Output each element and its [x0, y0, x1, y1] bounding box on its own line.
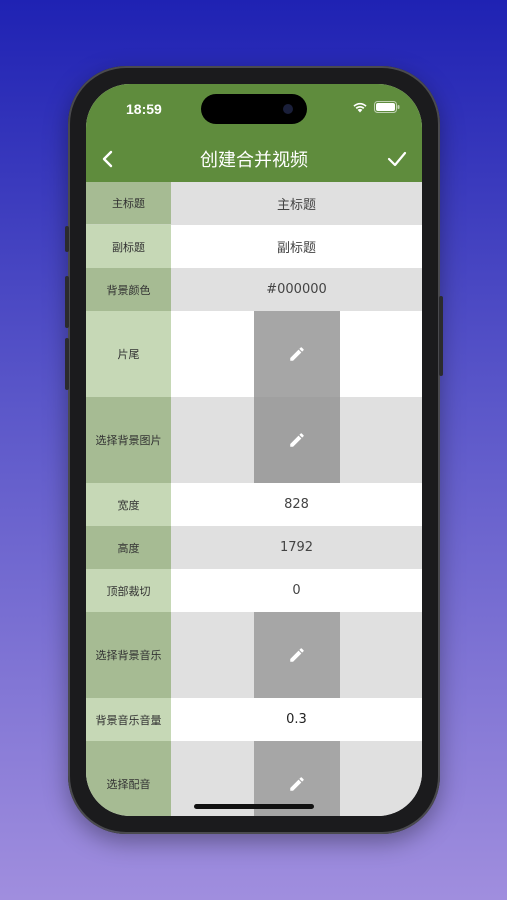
pencil-icon	[290, 433, 304, 447]
edit-bg-image-button[interactable]	[254, 397, 340, 483]
status-icons	[352, 101, 400, 113]
edit-ending-button[interactable]	[254, 311, 340, 397]
row-label: 片尾	[86, 311, 171, 397]
row-width: 宽度 828	[86, 483, 422, 526]
row-bg-music: 选择背景音乐	[86, 612, 422, 698]
checkmark-icon[interactable]	[386, 148, 408, 170]
row-ending: 片尾	[86, 311, 422, 397]
row-music-volume: 背景音乐音量 0.3	[86, 698, 422, 741]
pencil-icon	[290, 648, 304, 662]
row-label: 顶部裁切	[86, 569, 171, 612]
volume-up-button	[65, 276, 69, 328]
row-subtitle: 副标题 副标题	[86, 225, 422, 268]
width-input[interactable]: 828	[171, 483, 422, 526]
wifi-icon	[353, 102, 367, 113]
row-main-title: 主标题 主标题	[86, 182, 422, 225]
bg-color-input[interactable]: #000000	[171, 268, 422, 311]
row-label: 选择背景图片	[86, 397, 171, 483]
form-rows: 主标题 主标题 副标题 副标题 背景颜色 #000000 片尾 选择背景图片 宽…	[86, 182, 422, 816]
row-top-crop: 顶部裁切 0	[86, 569, 422, 612]
home-indicator[interactable]	[194, 804, 314, 809]
page-title: 创建合并视频	[200, 150, 308, 171]
mute-switch	[65, 226, 69, 252]
bg-image-picker	[171, 397, 422, 483]
row-label: 宽度	[86, 483, 171, 526]
battery-icon	[374, 101, 400, 113]
row-bg-image: 选择背景图片	[86, 397, 422, 483]
row-label: 选择背景音乐	[86, 612, 171, 698]
row-label: 选择配音	[86, 741, 171, 816]
edit-bg-music-button[interactable]	[254, 612, 340, 698]
nav-bar: 18:59 创建合并视频	[86, 84, 422, 182]
row-bg-color: 背景颜色 #000000	[86, 268, 422, 311]
pencil-icon	[290, 347, 304, 361]
bg-music-picker	[171, 612, 422, 698]
app-screen: 18:59 创建合并视频 主标题 主标题 副标题 副标题 背景颜色 #00000…	[86, 84, 422, 816]
row-label: 高度	[86, 526, 171, 569]
row-label: 背景颜色	[86, 268, 171, 311]
row-label: 背景音乐音量	[86, 698, 171, 741]
power-button	[439, 296, 443, 376]
top-crop-input[interactable]: 0	[171, 569, 422, 612]
dynamic-island	[201, 94, 307, 124]
ending-picker	[171, 311, 422, 397]
row-height: 高度 1792	[86, 526, 422, 569]
row-label: 主标题	[86, 182, 171, 225]
height-input[interactable]: 1792	[171, 526, 422, 569]
main-title-input[interactable]: 主标题	[171, 182, 422, 225]
volume-down-button	[65, 338, 69, 390]
status-time: 18:59	[126, 101, 162, 117]
pencil-icon	[290, 777, 304, 791]
music-volume-input[interactable]: 0.3	[171, 698, 422, 741]
subtitle-input[interactable]: 副标题	[171, 225, 422, 268]
row-label: 副标题	[86, 225, 171, 268]
